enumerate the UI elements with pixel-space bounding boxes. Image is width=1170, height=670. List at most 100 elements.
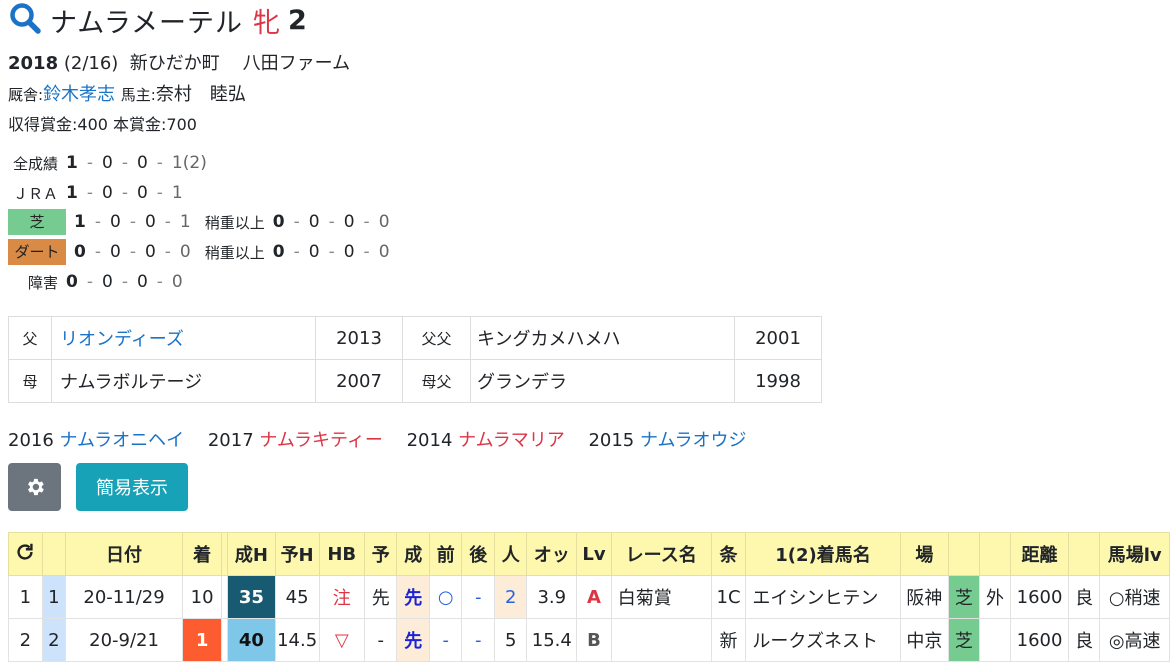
- row-index: 2: [8, 618, 43, 662]
- col-rank[interactable]: 着: [181, 532, 223, 576]
- record-dirt: ダート 0- 0- 0- 0 稍重以上 0- 0- 0- 0: [8, 239, 390, 265]
- sire-sire-year: 2001: [734, 316, 822, 360]
- simple-view-button[interactable]: 簡易表示: [76, 463, 188, 511]
- sire-sire-name: キングカメハメハ: [470, 316, 735, 360]
- sibling-link[interactable]: ナムラオニヘイ: [60, 430, 185, 451]
- owner-label: 馬主:: [120, 86, 156, 104]
- sei-h-value: 35: [227, 575, 276, 619]
- record-second: 0: [101, 153, 113, 173]
- sibling-year: 2017: [207, 430, 254, 451]
- col-yo-h[interactable]: 予H: [274, 532, 320, 576]
- rear-mark: -: [461, 575, 495, 619]
- race-results-table: 日付 着 成H 予H HB 予 成 前 後 人 オッ Lv レース名 条 1(2…: [8, 532, 1170, 662]
- col-distance[interactable]: 距離: [1010, 532, 1069, 576]
- col-baba-lv[interactable]: 馬場lv: [1099, 532, 1170, 576]
- col-ninki[interactable]: 人: [493, 532, 528, 576]
- col-course[interactable]: 場: [899, 532, 950, 576]
- popularity: 2: [493, 575, 528, 619]
- race-name[interactable]: [610, 618, 712, 662]
- record-label: 障害: [27, 273, 58, 292]
- yo-position: 先: [363, 575, 398, 619]
- horse-name: ナムラメーテル: [50, 7, 244, 39]
- winner-name[interactable]: エイシンヒテン: [745, 575, 901, 619]
- record-third: 0: [144, 242, 156, 262]
- col-sei-h[interactable]: 成H: [227, 532, 276, 576]
- trainer-link[interactable]: 鈴木孝志: [43, 84, 115, 105]
- col-winner[interactable]: 1(2)着馬名: [745, 532, 901, 576]
- birthplace: 新ひだか町: [129, 53, 220, 74]
- record-wins: 0: [66, 272, 78, 292]
- sibling-year: 2015: [588, 430, 635, 451]
- winner-name[interactable]: ルークズネスト: [745, 618, 901, 662]
- sibling-item: 2016 ナムラオニヘイ: [8, 430, 184, 451]
- yo-position: -: [363, 618, 398, 662]
- record-wins: 1: [66, 153, 78, 173]
- search-icon[interactable]: [8, 1, 42, 39]
- race-name[interactable]: 白菊賞: [610, 575, 712, 619]
- record-jump: 障害 0- 0- 0- 0: [8, 269, 183, 295]
- sub-record-third: 0: [343, 212, 355, 232]
- surface-badge: 芝: [948, 575, 980, 619]
- row-index: 1: [8, 575, 43, 619]
- col-surface: [948, 532, 980, 576]
- racecourse: 中京: [899, 618, 950, 662]
- col-sei[interactable]: 成: [396, 532, 430, 576]
- race-date: 20-11/29: [65, 575, 183, 619]
- owner-name: 奈村 睦弘: [155, 84, 246, 105]
- sibling-link[interactable]: ナムラオウジ: [640, 430, 747, 451]
- record-second: 0: [109, 242, 121, 262]
- sibling-item: 2014 ナムラマリア: [407, 430, 565, 451]
- col-date[interactable]: 日付: [65, 532, 183, 576]
- table-row[interactable]: 1 1 20-11/29 10 35 45 注 先 先 ○ - 2 3.9 A …: [8, 575, 1170, 619]
- col-going: [1067, 532, 1101, 576]
- siblings-list: 2016 ナムラオニヘイ 2017 ナムラキティー 2014 ナムラマリア 20…: [8, 426, 765, 452]
- turf-badge: 芝: [8, 209, 66, 235]
- dam-year: 2007: [315, 359, 403, 403]
- col-ato[interactable]: 後: [461, 532, 495, 576]
- col-yo[interactable]: 予: [363, 532, 398, 576]
- col-race-no: [41, 532, 67, 576]
- col-lv[interactable]: Lv: [576, 532, 612, 576]
- pedigree-row-dam: 母 ナムラボルテージ 2007 母父 グランデラ 1998: [8, 359, 822, 403]
- sub-record-wins: 0: [272, 242, 285, 262]
- sibling-item: 2015 ナムラオウジ: [588, 430, 746, 451]
- race-condition: 1C: [710, 575, 747, 619]
- pedigree-row-sire: 父 リオンディーズ 2013 父父 キングカメハメハ 2001: [8, 316, 822, 360]
- race-condition: 新: [710, 618, 747, 662]
- pedigree-table: 父 リオンディーズ 2013 父父 キングカメハメハ 2001 母 ナムラボルテ…: [8, 316, 822, 403]
- sei-h-value: 40: [227, 618, 276, 662]
- inner-outer: 外: [978, 575, 1012, 619]
- distance: 1600: [1010, 575, 1069, 619]
- sibling-link[interactable]: ナムラマリア: [458, 430, 565, 451]
- table-row[interactable]: 2 2 20-9/21 1 40 14.5 ▽ - 先 - - 5 15.4 B…: [8, 618, 1170, 662]
- record-turf: 芝 1- 0- 0- 1 稍重以上 0- 0- 0- 0: [8, 209, 390, 235]
- sei-position: 先: [396, 618, 430, 662]
- odds: 15.4: [526, 618, 578, 662]
- baba-level: ○稍速: [1099, 575, 1170, 619]
- dam-sire-name: グランデラ: [470, 359, 735, 403]
- col-mae[interactable]: 前: [428, 532, 463, 576]
- sei-position: 先: [396, 575, 430, 619]
- sire-year: 2013: [315, 316, 403, 360]
- col-odds[interactable]: オッ: [526, 532, 578, 576]
- record-wins: 0: [74, 242, 86, 262]
- refresh-icon: [17, 543, 33, 560]
- col-cond[interactable]: 条: [710, 532, 747, 576]
- baba-level: ◎高速: [1099, 618, 1170, 662]
- sub-record-label: 稍重以上: [204, 243, 265, 262]
- trainer-label: 厩舎:: [8, 86, 44, 104]
- sibling-link[interactable]: ナムラキティー: [259, 430, 382, 451]
- settings-button[interactable]: [8, 463, 61, 511]
- race-number: 1: [41, 575, 67, 619]
- birth-date: (2/16): [63, 53, 119, 74]
- record-wins: 1: [74, 212, 86, 232]
- col-race-name[interactable]: レース名: [610, 532, 712, 576]
- refresh-button[interactable]: [8, 532, 43, 576]
- front-mark: -: [428, 618, 463, 662]
- dam-sire-year: 1998: [734, 359, 822, 403]
- popularity: 5: [493, 618, 528, 662]
- sub-record-wins: 0: [272, 212, 285, 232]
- sire-link[interactable]: リオンディーズ: [51, 316, 316, 360]
- col-hb[interactable]: HB: [318, 532, 365, 576]
- dam-name: ナムラボルテージ: [51, 359, 316, 403]
